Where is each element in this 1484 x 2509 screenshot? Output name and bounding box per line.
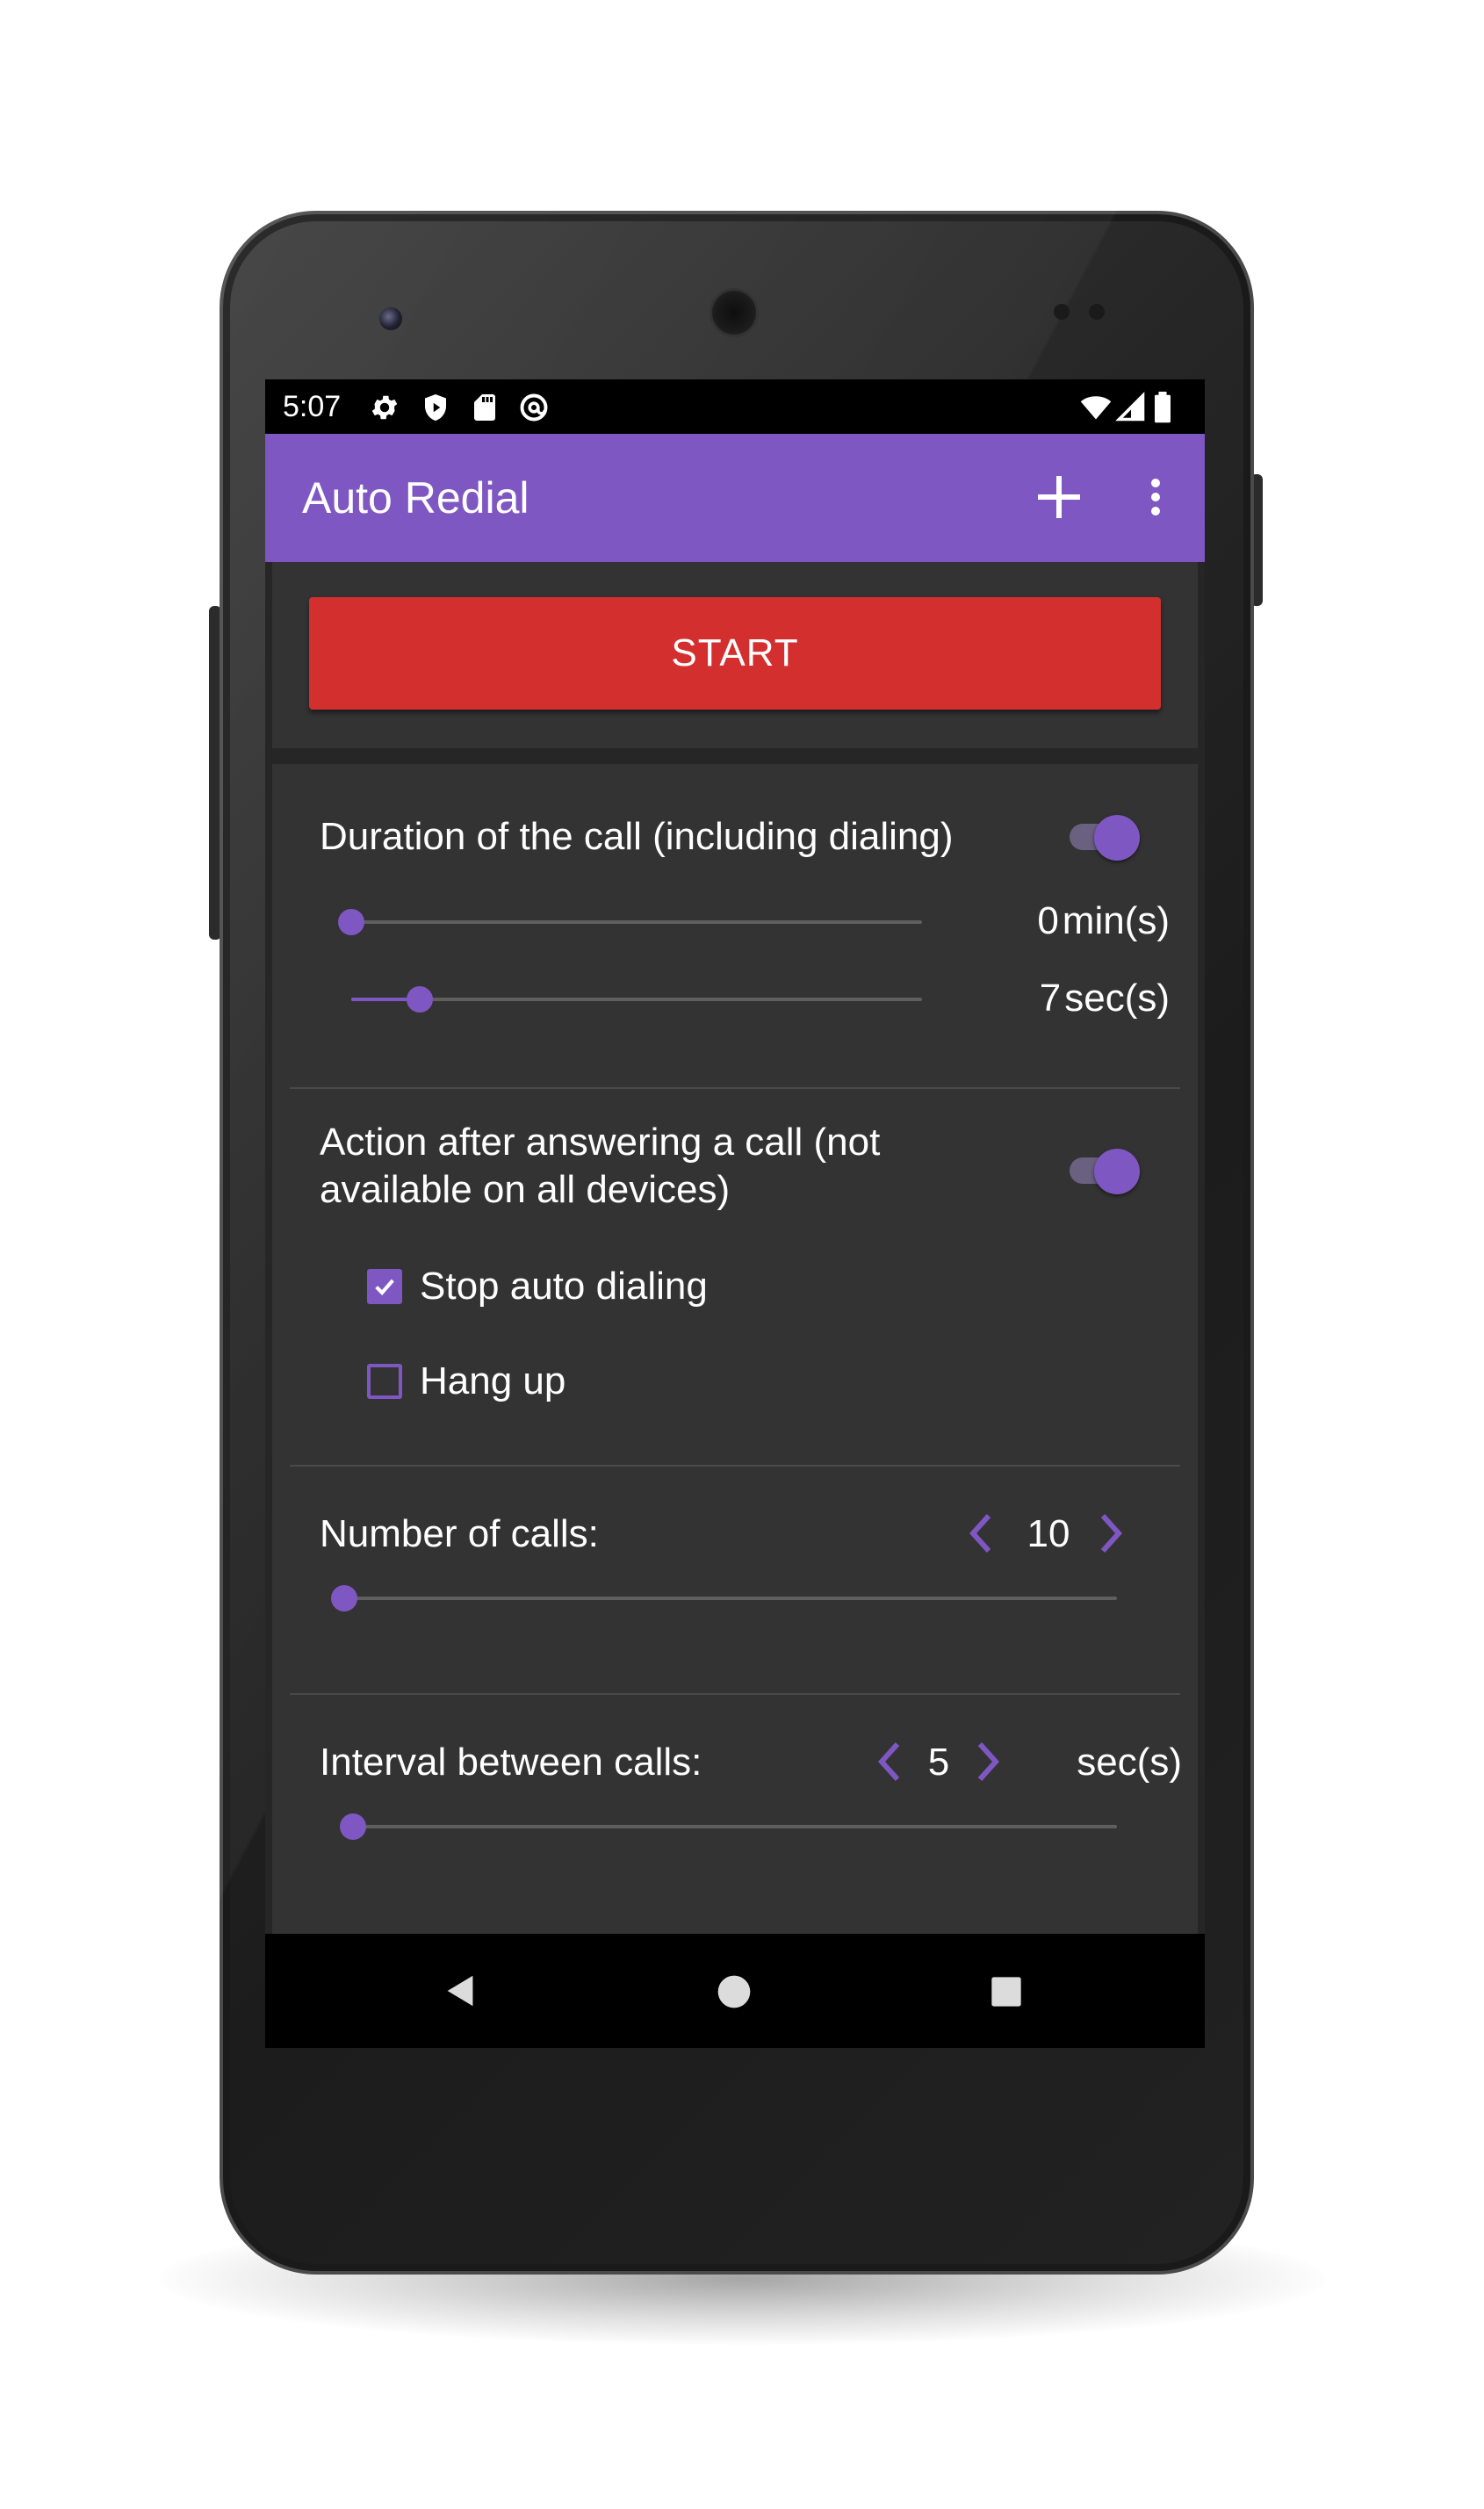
shield-icon	[425, 394, 446, 421]
seconds-slider[interactable]	[351, 982, 922, 1017]
seconds-slider-knob[interactable]	[407, 986, 433, 1013]
gear-icon	[371, 395, 398, 420]
hang-up-label: Hang up	[420, 1359, 566, 1402]
recents-icon[interactable]	[989, 1974, 1024, 2009]
proximity-sensor	[1054, 304, 1070, 320]
number-of-calls-slider[interactable]	[331, 1581, 1117, 1616]
answer-action-label-line1: Action after answering a call (not	[320, 1121, 881, 1164]
wifi-icon	[1080, 396, 1112, 420]
minutes-slider[interactable]	[338, 905, 922, 940]
answer-action-toggle[interactable]	[1066, 1145, 1142, 1196]
start-button[interactable]: START	[309, 597, 1161, 710]
duration-toggle-thumb	[1094, 815, 1140, 861]
battery-icon	[1155, 392, 1171, 423]
interval-label: Interval between calls:	[320, 1741, 702, 1784]
front-camera	[379, 307, 402, 330]
minutes-slider-rail	[351, 920, 922, 924]
minutes-unit: min(s)	[1062, 899, 1170, 942]
stop-auto-dialing-checkbox[interactable]	[367, 1269, 402, 1304]
interval-slider-knob[interactable]	[340, 1813, 366, 1840]
seconds-slider-rail	[351, 998, 922, 1001]
answer-action-label-line2: available on all devices)	[320, 1168, 731, 1211]
home-icon[interactable]	[715, 1972, 753, 2011]
status-bar: 5:07	[265, 379, 1205, 434]
app-bar: Auto Redial	[265, 434, 1205, 562]
sd-card-icon	[474, 394, 495, 421]
overflow-menu-icon[interactable]	[1136, 465, 1175, 529]
chevron-right-icon[interactable]	[1091, 1507, 1129, 1560]
minutes-number: 0	[1037, 899, 1059, 942]
earpiece-speaker	[710, 288, 759, 337]
stop-auto-dialing-label: Stop auto dialing	[420, 1265, 708, 1308]
duration-toggle[interactable]	[1066, 811, 1142, 862]
answer-action-toggle-thumb	[1094, 1149, 1140, 1194]
phone-screen: 5:07 Auto Redial START Duration of the c…	[265, 379, 1205, 2048]
chevron-left-icon[interactable]	[962, 1507, 1001, 1560]
hang-up-checkbox[interactable]	[367, 1364, 402, 1399]
chevron-right-icon[interactable]	[968, 1735, 1006, 1788]
app-title: Auto Redial	[302, 473, 529, 523]
duration-label: Duration of the call (including dialing)	[320, 815, 954, 858]
section-divider	[290, 1693, 1180, 1695]
seconds-unit: sec(s)	[1064, 977, 1170, 1020]
back-icon[interactable]	[441, 1971, 481, 2011]
number-of-calls-slider-rail	[344, 1597, 1117, 1600]
section-divider	[290, 1465, 1180, 1467]
at-sign-icon	[520, 393, 548, 422]
number-of-calls-label: Number of calls:	[320, 1512, 599, 1555]
status-time: 5:07	[283, 390, 342, 423]
check-icon	[375, 1279, 394, 1295]
interval-slider[interactable]	[340, 1809, 1117, 1844]
light-sensor	[1089, 304, 1105, 320]
seconds-number: 7	[1039, 977, 1062, 1020]
seconds-value: 7sec(s)	[957, 977, 1170, 1020]
navigation-bar	[265, 1934, 1205, 2048]
cell-signal-icon	[1115, 392, 1145, 422]
section-divider	[290, 1087, 1180, 1089]
start-card: START	[272, 562, 1198, 748]
add-icon[interactable]	[1027, 465, 1091, 529]
settings-card: Duration of the call (including dialing)…	[272, 764, 1198, 1934]
interval-value: 5	[927, 1741, 950, 1784]
minutes-value: 0min(s)	[957, 899, 1170, 943]
number-of-calls-value: 10	[1027, 1512, 1070, 1555]
chevron-left-icon[interactable]	[871, 1735, 910, 1788]
number-of-calls-slider-knob[interactable]	[331, 1585, 357, 1611]
minutes-slider-knob[interactable]	[338, 909, 364, 935]
interval-slider-rail	[353, 1825, 1117, 1828]
interval-unit: sec(s)	[1077, 1741, 1182, 1784]
main-content: START Duration of the call (including di…	[265, 562, 1205, 1934]
